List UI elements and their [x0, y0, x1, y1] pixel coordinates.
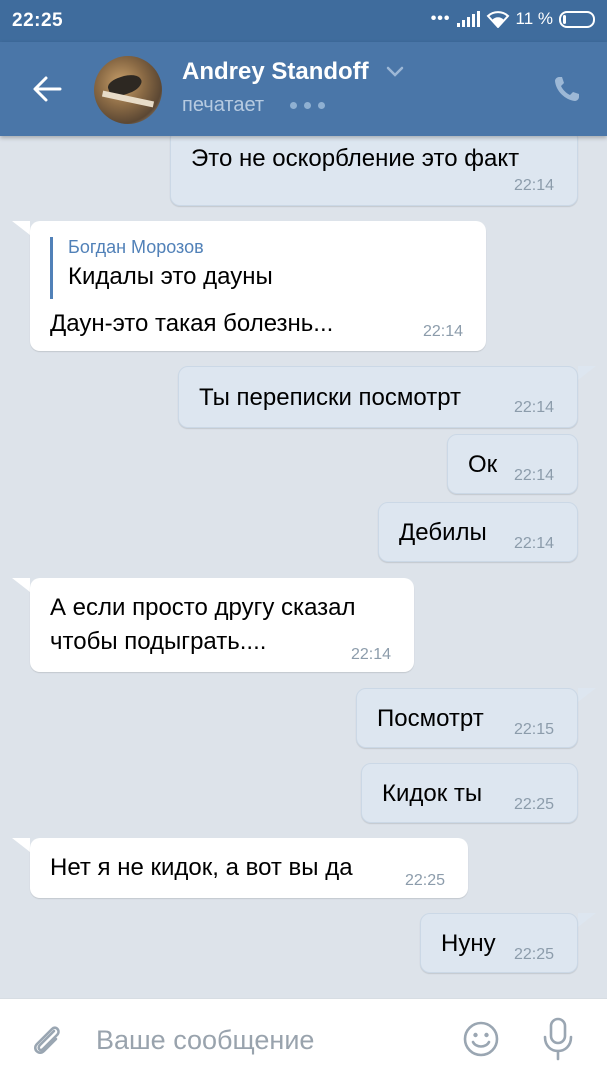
message-text: Дебилы	[399, 519, 487, 546]
message-time: 22:25	[514, 946, 555, 963]
message-text-line2: чтобы подыграть....	[50, 628, 267, 655]
microphone-icon[interactable]	[542, 1017, 574, 1061]
message-text: Ты переписки посмотрт	[199, 384, 462, 411]
message-text: Ок	[468, 451, 498, 478]
reply-author[interactable]: Богдан Морозов	[68, 237, 204, 258]
message-time: 22:15	[514, 721, 555, 738]
typing-status: печатает	[182, 94, 265, 116]
message-incoming[interactable]: Нет я не кидок, а вот вы да 22:25	[30, 838, 468, 898]
message-text: Даун-это такая болезнь...	[50, 310, 334, 337]
message-text: Посмотрт	[377, 705, 484, 732]
notification-dots: •••	[430, 10, 451, 27]
bubble-tail	[578, 913, 596, 927]
message-time: 22:14	[514, 177, 555, 194]
message-incoming[interactable]: Богдан Морозов Кидалы это дауны Даун-это…	[30, 221, 486, 351]
message-time: 22:14	[514, 467, 555, 484]
message-time: 22:25	[405, 872, 446, 889]
bubble-tail	[12, 221, 30, 235]
message-time: 22:25	[514, 796, 555, 813]
reply-quote-bar	[50, 237, 53, 299]
message-text: А если просто другу сказал	[50, 594, 356, 621]
bubble-tail	[12, 838, 30, 852]
smiley-icon[interactable]	[462, 1020, 500, 1058]
bubble-tail	[578, 688, 596, 702]
message-time: 22:14	[514, 535, 555, 552]
message-text: Это не оскорбление это факт	[191, 145, 520, 172]
signal-icon	[456, 11, 480, 27]
message-text: Нуну	[441, 930, 496, 957]
back-arrow-icon[interactable]	[30, 72, 64, 106]
message-time: 22:14	[423, 323, 464, 340]
message-time: 22:14	[514, 399, 555, 416]
message-text: Нет я не кидок, а вот вы да	[50, 854, 353, 881]
status-time: 22:25	[12, 10, 64, 31]
message-outgoing[interactable]: Кидок ты 22:25	[361, 763, 578, 823]
battery-icon	[559, 10, 595, 28]
message-time: 22:14	[351, 646, 392, 663]
message-text: Кидок ты	[382, 780, 483, 807]
wifi-icon	[486, 11, 509, 28]
message-outgoing[interactable]: Это не оскорбление это факт 22:14	[170, 128, 578, 206]
battery-percent: 11 %	[515, 9, 554, 28]
message-composer: Ваше сообщение	[0, 998, 607, 1080]
typing-dots-icon	[290, 102, 325, 109]
message-outgoing[interactable]: Ты переписки посмотрт 22:14	[178, 366, 578, 428]
message-incoming[interactable]: А если просто другу сказал чтобы подыгра…	[30, 578, 414, 672]
message-outgoing[interactable]: Дебилы 22:14	[378, 502, 578, 562]
message-outgoing[interactable]: Нуну 22:25	[420, 913, 578, 973]
phone-icon[interactable]	[552, 74, 582, 104]
chevron-down-icon[interactable]	[386, 66, 404, 78]
chat-header: Andrey Standoff печатает	[0, 42, 607, 136]
message-outgoing[interactable]: Посмотрт 22:15	[356, 688, 578, 748]
contact-name[interactable]: Andrey Standoff	[182, 58, 369, 86]
bubble-tail	[12, 578, 30, 592]
status-bar: 22:25 ••• 11 %	[0, 0, 607, 42]
paperclip-icon[interactable]	[28, 1021, 66, 1059]
message-outgoing[interactable]: Ок 22:14	[447, 434, 578, 494]
message-input[interactable]: Ваше сообщение	[96, 1025, 314, 1056]
bubble-tail	[578, 366, 596, 380]
reply-text: Кидалы это дауны	[68, 263, 273, 290]
contact-avatar[interactable]	[94, 56, 162, 124]
